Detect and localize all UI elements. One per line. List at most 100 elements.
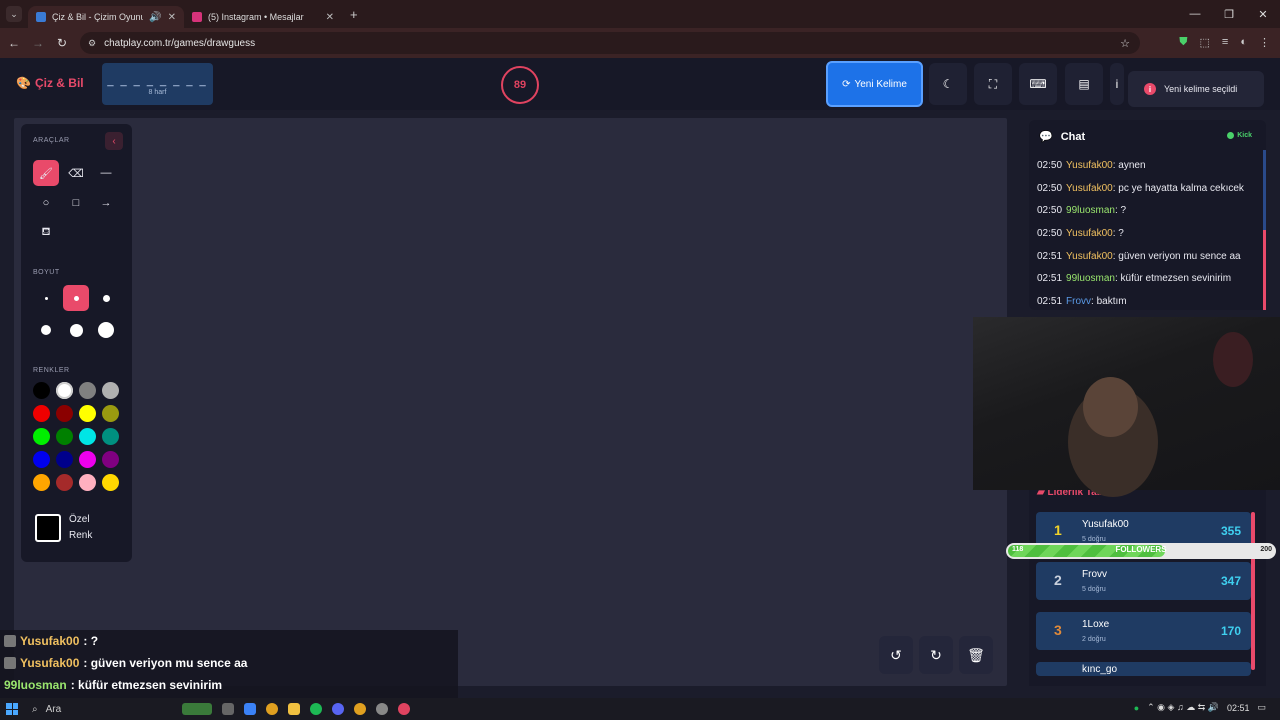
color-swatch[interactable] bbox=[33, 405, 50, 422]
message-text: : aynen bbox=[1112, 159, 1146, 171]
message-username[interactable]: 99luosman bbox=[1066, 273, 1115, 284]
forward-icon[interactable]: → bbox=[26, 36, 50, 50]
color-swatch[interactable] bbox=[79, 405, 96, 422]
message-username[interactable]: Yusufak00 bbox=[1066, 228, 1113, 239]
message-username[interactable]: Yusufak00 bbox=[1066, 160, 1113, 171]
color-swatch[interactable] bbox=[56, 451, 73, 468]
close-window-icon[interactable]: ✕ bbox=[1246, 0, 1280, 28]
online-dot-icon bbox=[1227, 132, 1235, 139]
size-option-5[interactable] bbox=[63, 317, 89, 343]
brush-tool[interactable]: 🖌 bbox=[33, 160, 59, 186]
tab-drawguess[interactable]: Çiz & Bil - Çizim Oyunu 🔊 ✕ bbox=[28, 6, 184, 28]
dark-mode-button[interactable]: ☾ bbox=[929, 63, 967, 105]
browser-active-icon[interactable] bbox=[354, 703, 366, 715]
arrow-tool[interactable]: → bbox=[93, 190, 119, 216]
color-swatch[interactable] bbox=[102, 405, 119, 422]
color-swatch[interactable] bbox=[56, 382, 73, 399]
tab-close-icon[interactable]: ✕ bbox=[326, 12, 334, 23]
keyboard-button[interactable]: ⌨ bbox=[1019, 63, 1057, 105]
fullscreen-button[interactable]: ⛶ bbox=[974, 63, 1012, 105]
new-word-button[interactable]: ⟳ Yeni Kelime bbox=[826, 61, 923, 107]
drawing-canvas[interactable] bbox=[14, 118, 1007, 686]
color-swatch[interactable] bbox=[79, 428, 96, 445]
rectangle-tool[interactable]: □ bbox=[63, 190, 89, 216]
color-swatch[interactable] bbox=[56, 474, 73, 491]
color-swatch[interactable] bbox=[102, 451, 119, 468]
extensions-icon[interactable]: ⬚ bbox=[1200, 36, 1210, 49]
color-swatch[interactable] bbox=[33, 451, 50, 468]
size-option-2[interactable] bbox=[63, 285, 89, 311]
reload-icon[interactable]: ↻ bbox=[50, 36, 74, 50]
media-player-icon[interactable] bbox=[398, 703, 410, 715]
media-icon[interactable]: ≡ bbox=[1222, 36, 1228, 49]
url-field[interactable]: ⚙ chatplay.com.tr/games/drawguess ☆ bbox=[80, 32, 1140, 54]
back-icon[interactable]: ← bbox=[2, 36, 26, 50]
site-info-icon[interactable]: ⚙ bbox=[88, 38, 96, 49]
leaderboard-scrollbar[interactable] bbox=[1251, 512, 1255, 670]
color-swatch[interactable] bbox=[102, 428, 119, 445]
eraser-tool[interactable]: ⌫ bbox=[63, 160, 89, 186]
collapse-panel-icon[interactable]: ‹ bbox=[105, 132, 123, 150]
tray-icons[interactable]: ⌃ ◉ ◈ ♫ ☁ ⇆ 🔊 bbox=[1147, 702, 1219, 713]
size-option-4[interactable] bbox=[33, 317, 59, 343]
clear-canvas-button[interactable]: 🗑 bbox=[959, 636, 993, 674]
profile-avatar-icon[interactable]: ◐ bbox=[1240, 36, 1247, 49]
archive-button[interactable]: ▤ bbox=[1065, 63, 1103, 105]
color-swatch[interactable] bbox=[79, 451, 96, 468]
obs-icon[interactable] bbox=[376, 703, 388, 715]
notification-icon[interactable]: ▭ bbox=[1257, 702, 1266, 713]
info-button[interactable]: i bbox=[1110, 63, 1124, 105]
size-option-6[interactable] bbox=[93, 317, 119, 343]
color-swatch[interactable] bbox=[102, 382, 119, 399]
custom-color-button[interactable]: Özel Renk bbox=[35, 506, 121, 550]
redo-button[interactable]: ↻ bbox=[919, 636, 953, 674]
file-explorer-icon[interactable] bbox=[288, 703, 300, 715]
message-text: : baktım bbox=[1091, 295, 1127, 307]
task-view-icon[interactable] bbox=[222, 703, 234, 715]
size-option-3[interactable] bbox=[93, 285, 119, 311]
clock[interactable]: 02:51 bbox=[1227, 703, 1250, 713]
color-swatch[interactable] bbox=[102, 474, 119, 491]
restore-icon[interactable]: ❐ bbox=[1212, 0, 1246, 28]
widget-icon[interactable] bbox=[182, 703, 212, 715]
extensions-area: ⛊ ⬚ ≡ ◐ ⋮ bbox=[1179, 36, 1270, 49]
color-swatch[interactable] bbox=[33, 428, 50, 445]
color-swatch[interactable] bbox=[79, 474, 96, 491]
windows-start-icon[interactable] bbox=[6, 703, 18, 715]
discord-icon[interactable] bbox=[332, 703, 344, 715]
fill-tool[interactable]: ⛾ bbox=[33, 220, 59, 246]
size-option-1[interactable] bbox=[33, 285, 59, 311]
message-username[interactable]: Yusufak00 bbox=[1066, 183, 1113, 194]
tab-audio-icon[interactable]: 🔊 bbox=[149, 12, 161, 23]
message-username[interactable]: Yusufak00 bbox=[1066, 251, 1113, 262]
trash-icon: 🗑 bbox=[967, 646, 985, 663]
chat-scroll-thumb[interactable] bbox=[1263, 230, 1266, 310]
color-swatch[interactable] bbox=[79, 382, 96, 399]
color-swatch[interactable] bbox=[56, 405, 73, 422]
color-swatch[interactable] bbox=[56, 428, 73, 445]
undo-button[interactable]: ↺ bbox=[879, 636, 913, 674]
color-swatch[interactable] bbox=[33, 474, 50, 491]
line-tool[interactable]: — bbox=[93, 160, 119, 186]
message-username[interactable]: 99luosman bbox=[1066, 205, 1115, 216]
browser-menu-icon[interactable]: ⋮ bbox=[1259, 36, 1270, 49]
spotify-icon[interactable] bbox=[310, 703, 322, 715]
tab-close-icon[interactable]: ✕ bbox=[168, 12, 176, 23]
taskbar-search[interactable]: ⌕ Ara bbox=[32, 704, 162, 715]
tab-list-icon[interactable]: ⌄ bbox=[6, 6, 22, 22]
new-tab-icon[interactable]: + bbox=[350, 7, 358, 22]
color-swatch[interactable] bbox=[33, 382, 50, 399]
player-name: kınc_go bbox=[1082, 664, 1118, 675]
minimize-icon[interactable]: — bbox=[1178, 0, 1212, 28]
bookmark-star-icon[interactable]: ☆ bbox=[1120, 37, 1130, 50]
spotify-tray-icon[interactable]: ● bbox=[1134, 703, 1139, 713]
shield-extension-icon[interactable]: ⛊ bbox=[1179, 36, 1187, 49]
message-time: 02:51 bbox=[1037, 273, 1063, 285]
search-placeholder: Ara bbox=[45, 703, 62, 715]
chrome-icon[interactable] bbox=[266, 703, 278, 715]
circle-tool[interactable]: ○ bbox=[33, 190, 59, 216]
player-name: Yusufak00 bbox=[1082, 519, 1129, 530]
tab-instagram[interactable]: (5) Instagram • Mesajlar ✕ bbox=[184, 6, 342, 28]
copilot-icon[interactable] bbox=[244, 703, 256, 715]
message-username[interactable]: Frovv bbox=[1066, 296, 1091, 307]
